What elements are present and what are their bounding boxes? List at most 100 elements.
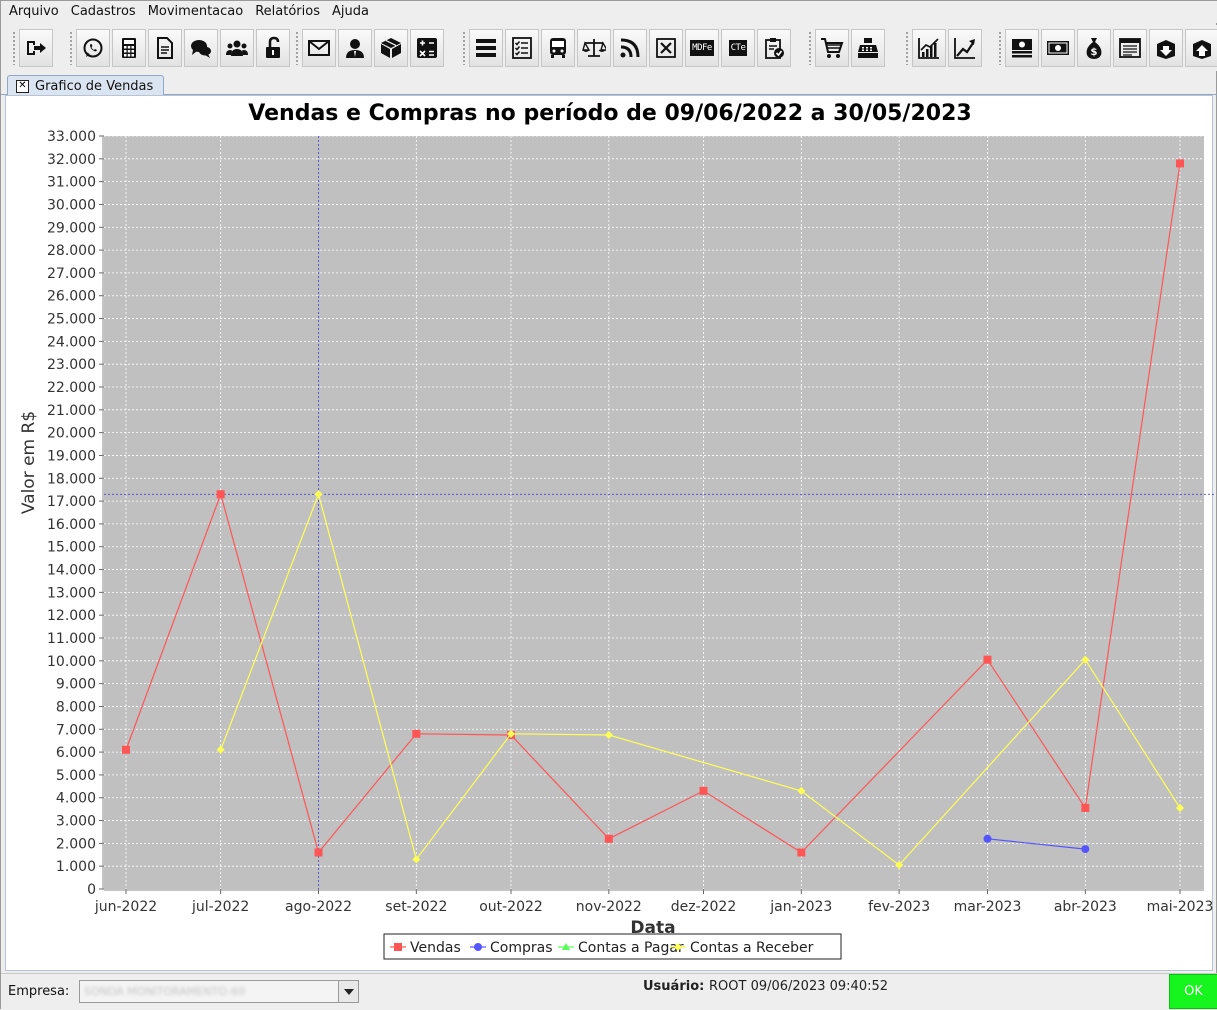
y-tick-label: 11.000 — [47, 631, 96, 647]
users-button[interactable] — [220, 29, 254, 67]
data-point-vendas — [314, 848, 323, 857]
y-axis-label: Valor em R$ — [19, 411, 39, 514]
menu-relatorios[interactable]: Relatórios — [249, 1, 326, 23]
box-down-icon — [1157, 40, 1175, 59]
ledger-button[interactable] — [1113, 29, 1147, 67]
document-button[interactable] — [148, 29, 182, 67]
empresa-select[interactable]: SONDA MONITORAMENTO-60 — [79, 980, 359, 1003]
data-point-vendas — [983, 655, 992, 664]
chart-up-button[interactable] — [912, 29, 946, 67]
empresa-label: Empresa: — [8, 984, 70, 999]
cte-button[interactable]: CTe — [721, 29, 755, 67]
chevron-down-icon[interactable] — [338, 981, 358, 1002]
tab-grafico-de-vendas[interactable]: ✕ Grafico de Vendas — [7, 75, 165, 96]
legend-marker-vendas — [394, 943, 402, 951]
empresa-value: SONDA MONITORAMENTO-60 — [84, 985, 246, 998]
data-point-vendas — [216, 490, 225, 499]
legend-label-contas-a-receber: Contas a Receber — [690, 940, 814, 956]
usuario-label: Usuário: — [643, 979, 705, 994]
cancel-button[interactable] — [649, 29, 683, 67]
rss-button[interactable] — [613, 29, 647, 67]
whatsapp-button[interactable] — [76, 29, 110, 67]
close-icon[interactable]: ✕ — [16, 79, 29, 93]
y-tick-label: 0 — [87, 882, 96, 898]
client-button[interactable] — [338, 29, 372, 67]
chat-button[interactable] — [184, 29, 218, 67]
cart-button[interactable] — [815, 29, 849, 67]
box-icon — [381, 38, 401, 58]
data-point-vendas — [122, 745, 130, 754]
scale-icon — [582, 39, 606, 57]
y-tick-label: 14.000 — [47, 563, 96, 579]
plot-area — [104, 136, 1204, 889]
clipboard-check-button[interactable] — [757, 29, 791, 67]
checklist-button[interactable] — [505, 29, 539, 67]
data-point-vendas — [1081, 803, 1090, 812]
x-tick-label: out-2022 — [479, 899, 543, 915]
sales-chart: Vendas e Compras no período de 09/06/202… — [19, 101, 1214, 960]
bus-button[interactable] — [541, 29, 575, 67]
cart-icon — [821, 38, 844, 58]
document-icon — [157, 37, 173, 59]
y-tick-label: 24.000 — [47, 334, 96, 350]
mdfe-icon: MDFe — [690, 40, 714, 56]
mdfe-button[interactable]: MDFe — [685, 29, 719, 67]
menu-arquivo[interactable]: Arquivo — [3, 1, 65, 23]
x-tick-label: set-2022 — [385, 899, 447, 915]
box-down-button[interactable] — [1149, 29, 1183, 67]
menu-movimentacao[interactable]: Movimentacao — [142, 1, 250, 23]
y-tick-label: 21.000 — [47, 403, 96, 419]
y-tick-label: 17.000 — [47, 494, 96, 510]
y-tick-label: 7.000 — [56, 722, 96, 738]
y-tick-label: 27.000 — [47, 266, 96, 282]
money-stack-button[interactable] — [1005, 29, 1039, 67]
x-tick-label: abr-2023 — [1054, 899, 1117, 915]
legend-marker-compras — [474, 943, 482, 951]
chart-title: Vendas e Compras no período de 09/06/202… — [248, 101, 971, 126]
mail-button[interactable] — [302, 29, 336, 67]
y-tick-label: 23.000 — [47, 357, 96, 373]
calculator-button[interactable] — [112, 29, 146, 67]
status-bar: Empresa: SONDA MONITORAMENTO-60 Usuário:… — [1, 973, 1217, 1010]
exit-button[interactable] — [19, 29, 53, 67]
scale-button[interactable] — [577, 29, 611, 67]
toolbar-group-6 — [904, 29, 982, 67]
checklist-icon — [512, 37, 532, 59]
clipboard-check-icon — [765, 38, 784, 59]
box-up-button[interactable] — [1185, 29, 1217, 67]
cash-register-icon — [858, 38, 878, 58]
box-button[interactable] — [374, 29, 408, 67]
trend-button[interactable] — [948, 29, 982, 67]
unlock-button[interactable] — [256, 29, 290, 67]
ok-button[interactable]: OK — [1169, 974, 1217, 1009]
money-bag-button[interactable]: $ — [1077, 29, 1111, 67]
y-tick-label: 12.000 — [47, 608, 96, 624]
y-tick-label: 26.000 — [47, 289, 96, 305]
y-tick-label: 4.000 — [56, 791, 96, 807]
banknote-button[interactable] — [1041, 29, 1075, 67]
ledger-icon — [1119, 38, 1141, 58]
data-point-compras — [1081, 845, 1090, 854]
y-tick-label: 2.000 — [56, 836, 96, 852]
chart-legend: Vendas Compras Contas a Pagar Contas a Rece… — [383, 933, 842, 960]
chart-panel: Vendas e Compras no período de 09/06/202… — [5, 95, 1214, 971]
data-point-vendas — [412, 729, 421, 738]
y-tick-label: 13.000 — [47, 585, 96, 601]
mail-icon — [308, 40, 330, 56]
list-button[interactable] — [469, 29, 503, 67]
cash-register-button[interactable] — [851, 29, 885, 67]
data-point-vendas — [604, 834, 613, 843]
math-button[interactable] — [410, 29, 444, 67]
toolbar-group-4: MDFe CTe — [461, 29, 791, 67]
math-icon — [417, 38, 437, 58]
y-tick-label: 9.000 — [56, 677, 96, 693]
menu-cadastros[interactable]: Cadastros — [65, 1, 142, 23]
menu-ajuda[interactable]: Ajuda — [326, 1, 375, 23]
x-tick-label: jan-2023 — [769, 899, 832, 915]
y-tick-label: 15.000 — [47, 540, 96, 556]
legend-label-vendas: Vendas — [410, 940, 461, 956]
money-bag-icon: $ — [1086, 38, 1102, 59]
x-tick-label: dez-2022 — [671, 899, 737, 915]
x-tick-label: nov-2022 — [576, 899, 642, 915]
data-point-vendas — [699, 786, 708, 795]
